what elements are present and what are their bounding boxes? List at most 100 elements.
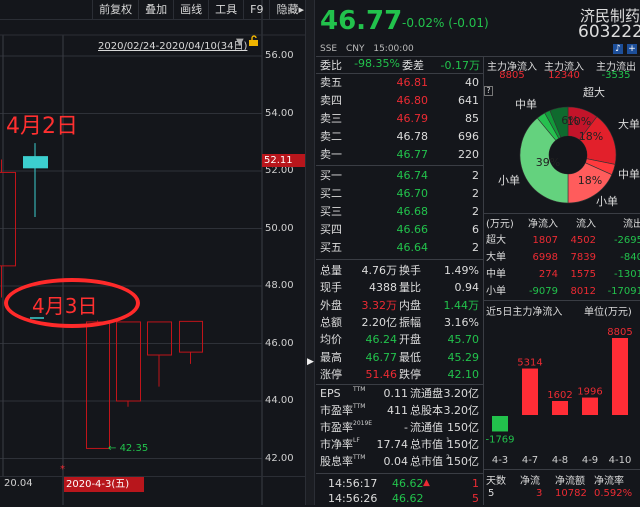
bid-row[interactable]: 买三 46.68 2 xyxy=(316,203,483,220)
fund-label: 总市值 xyxy=(410,438,443,451)
level-volume: 220 xyxy=(458,148,479,161)
flow-bar xyxy=(552,400,568,415)
toolbar-button[interactable]: 叠加 xyxy=(138,0,173,20)
bid-row[interactable]: 买一 46.74 2 xyxy=(316,167,483,184)
last-price: 46.77 xyxy=(320,6,403,36)
stat-value: 46.24 xyxy=(365,333,398,347)
flow-bar xyxy=(582,397,598,415)
order-ratio-value: -98.35% xyxy=(354,57,400,70)
level-price: 46.74 xyxy=(396,169,429,182)
fund-label-suffix: LF xyxy=(353,437,360,444)
flow-bar xyxy=(612,338,628,415)
toolbar-button[interactable]: 前复权 xyxy=(92,0,138,20)
ask-row[interactable]: 卖五 46.81 40 xyxy=(316,74,483,91)
help-icon[interactable]: ? xyxy=(484,86,493,96)
fund-label: 总股本 xyxy=(410,404,443,417)
fundamental-row: 市净率 LF 17.74 总市值 1 150亿 xyxy=(316,436,483,453)
bid-row[interactable]: 买二 46.70 2 xyxy=(316,185,483,202)
flow-cell: 274 xyxy=(538,269,558,280)
stat-row: 最高 46.77 最低 45.29 xyxy=(316,349,483,366)
stock-code: 603222 xyxy=(578,22,640,42)
candle[interactable] xyxy=(179,320,203,364)
mainflow-value: 8805 xyxy=(499,70,525,81)
level-volume: 2 xyxy=(472,169,479,182)
alert-icon[interactable]: ♪ xyxy=(613,44,623,54)
dropdown-icon[interactable]: ▼ xyxy=(236,37,244,48)
mainflow-value: 12340 xyxy=(548,70,580,81)
level-price: 46.70 xyxy=(396,187,429,200)
stat-label: 最高 xyxy=(320,350,342,364)
fund-label: 流通值 xyxy=(410,421,443,434)
level-volume: 641 xyxy=(458,94,479,107)
candle[interactable] xyxy=(86,320,110,449)
fund-value: 17.74 xyxy=(376,438,409,451)
stat-row: 涨停 51.46 跌停 42.10 xyxy=(316,366,483,383)
divider xyxy=(316,473,483,474)
fund-flow-donut: 10%18%18%39%6% xyxy=(519,106,617,204)
candle[interactable] xyxy=(23,143,48,217)
trade-volume: 5 xyxy=(472,492,479,505)
candle[interactable] xyxy=(147,321,172,387)
level-price: 46.68 xyxy=(396,205,429,218)
bar-value-label: 5314 xyxy=(517,358,542,369)
ask-row[interactable]: 卖一 46.77 220 xyxy=(316,146,483,163)
summary-header: 天数 xyxy=(486,476,506,487)
stat-label: 振幅 xyxy=(399,315,421,329)
flow-cell: -840 xyxy=(620,252,640,263)
donut-pct-label: 18% xyxy=(579,130,603,143)
price-tick-label: 56.00 xyxy=(265,50,294,61)
toolbar-button[interactable]: F9 xyxy=(243,0,269,20)
bar-value-label: 1602 xyxy=(547,390,572,401)
add-watchlist-icon[interactable]: + xyxy=(627,44,637,54)
toolbar-button[interactable]: 画线 xyxy=(173,0,208,20)
bar-value-label: 8805 xyxy=(607,327,632,338)
bar-day-label: 4-9 xyxy=(582,455,598,466)
star-marker-icon: * xyxy=(60,464,65,475)
stat-value: 45.70 xyxy=(447,333,480,347)
mainflow-value: -3535 xyxy=(601,70,631,81)
expand-arrow-icon[interactable]: ▶ xyxy=(307,357,314,367)
stat-label: 跌停 xyxy=(399,367,421,381)
level-volume: 85 xyxy=(465,112,479,125)
flow-cell: -2695 xyxy=(613,235,640,246)
level-label: 买一 xyxy=(320,169,342,182)
candle[interactable] xyxy=(116,321,141,407)
divider xyxy=(484,300,640,301)
level-label: 卖二 xyxy=(320,130,342,143)
divider xyxy=(316,165,483,166)
ask-row[interactable]: 卖三 46.79 85 xyxy=(316,110,483,127)
summary-value: 5 xyxy=(488,488,495,499)
fund-value: 411 xyxy=(387,404,408,417)
flow-bar xyxy=(522,368,538,415)
flow-row: 小单 -9079 8012 -17091 xyxy=(0,283,640,300)
candle-body xyxy=(23,156,48,169)
ask-row[interactable]: 卖四 46.80 641 xyxy=(316,92,483,109)
stat-row: 均价 46.24 开盘 45.70 xyxy=(316,331,483,348)
low-price-value: 42.35 xyxy=(119,443,149,454)
toolbar-button[interactable]: 隐藏▸ xyxy=(269,0,310,20)
fund-label: 市净率 xyxy=(320,438,353,451)
fund-value: - xyxy=(404,421,408,434)
price-tick-label: 42.00 xyxy=(265,452,294,464)
fund-value: 150亿 xyxy=(447,455,479,468)
candle-body xyxy=(86,321,110,449)
fund-value: 0.11 xyxy=(383,387,409,400)
flow-bar xyxy=(492,416,508,432)
lock-icon[interactable] xyxy=(249,35,259,46)
level-volume: 2 xyxy=(472,205,479,218)
date-range[interactable]: 2020/02/24-2020/04/10(34日) xyxy=(98,37,247,52)
ask-row[interactable]: 卖二 46.78 696 xyxy=(316,128,483,145)
level-volume: 696 xyxy=(458,130,479,143)
flow-cell: -9079 xyxy=(528,286,558,297)
fund-label-suffix: TTM xyxy=(353,386,366,393)
stat-row: 总额 2.20亿 振幅 3.16% xyxy=(316,314,483,331)
summary-value: 10782 xyxy=(555,488,587,499)
order-diff-value: -0.17万 xyxy=(440,59,480,72)
toolbar-button[interactable]: 工具 xyxy=(208,0,243,20)
stat-value: 42.10 xyxy=(447,367,480,381)
fund-value: 3.20亿 xyxy=(443,404,480,417)
candle-body xyxy=(147,321,172,356)
level-price: 46.78 xyxy=(396,130,429,143)
candle-body xyxy=(179,320,203,353)
bar-day-label: 4-10 xyxy=(609,455,632,466)
